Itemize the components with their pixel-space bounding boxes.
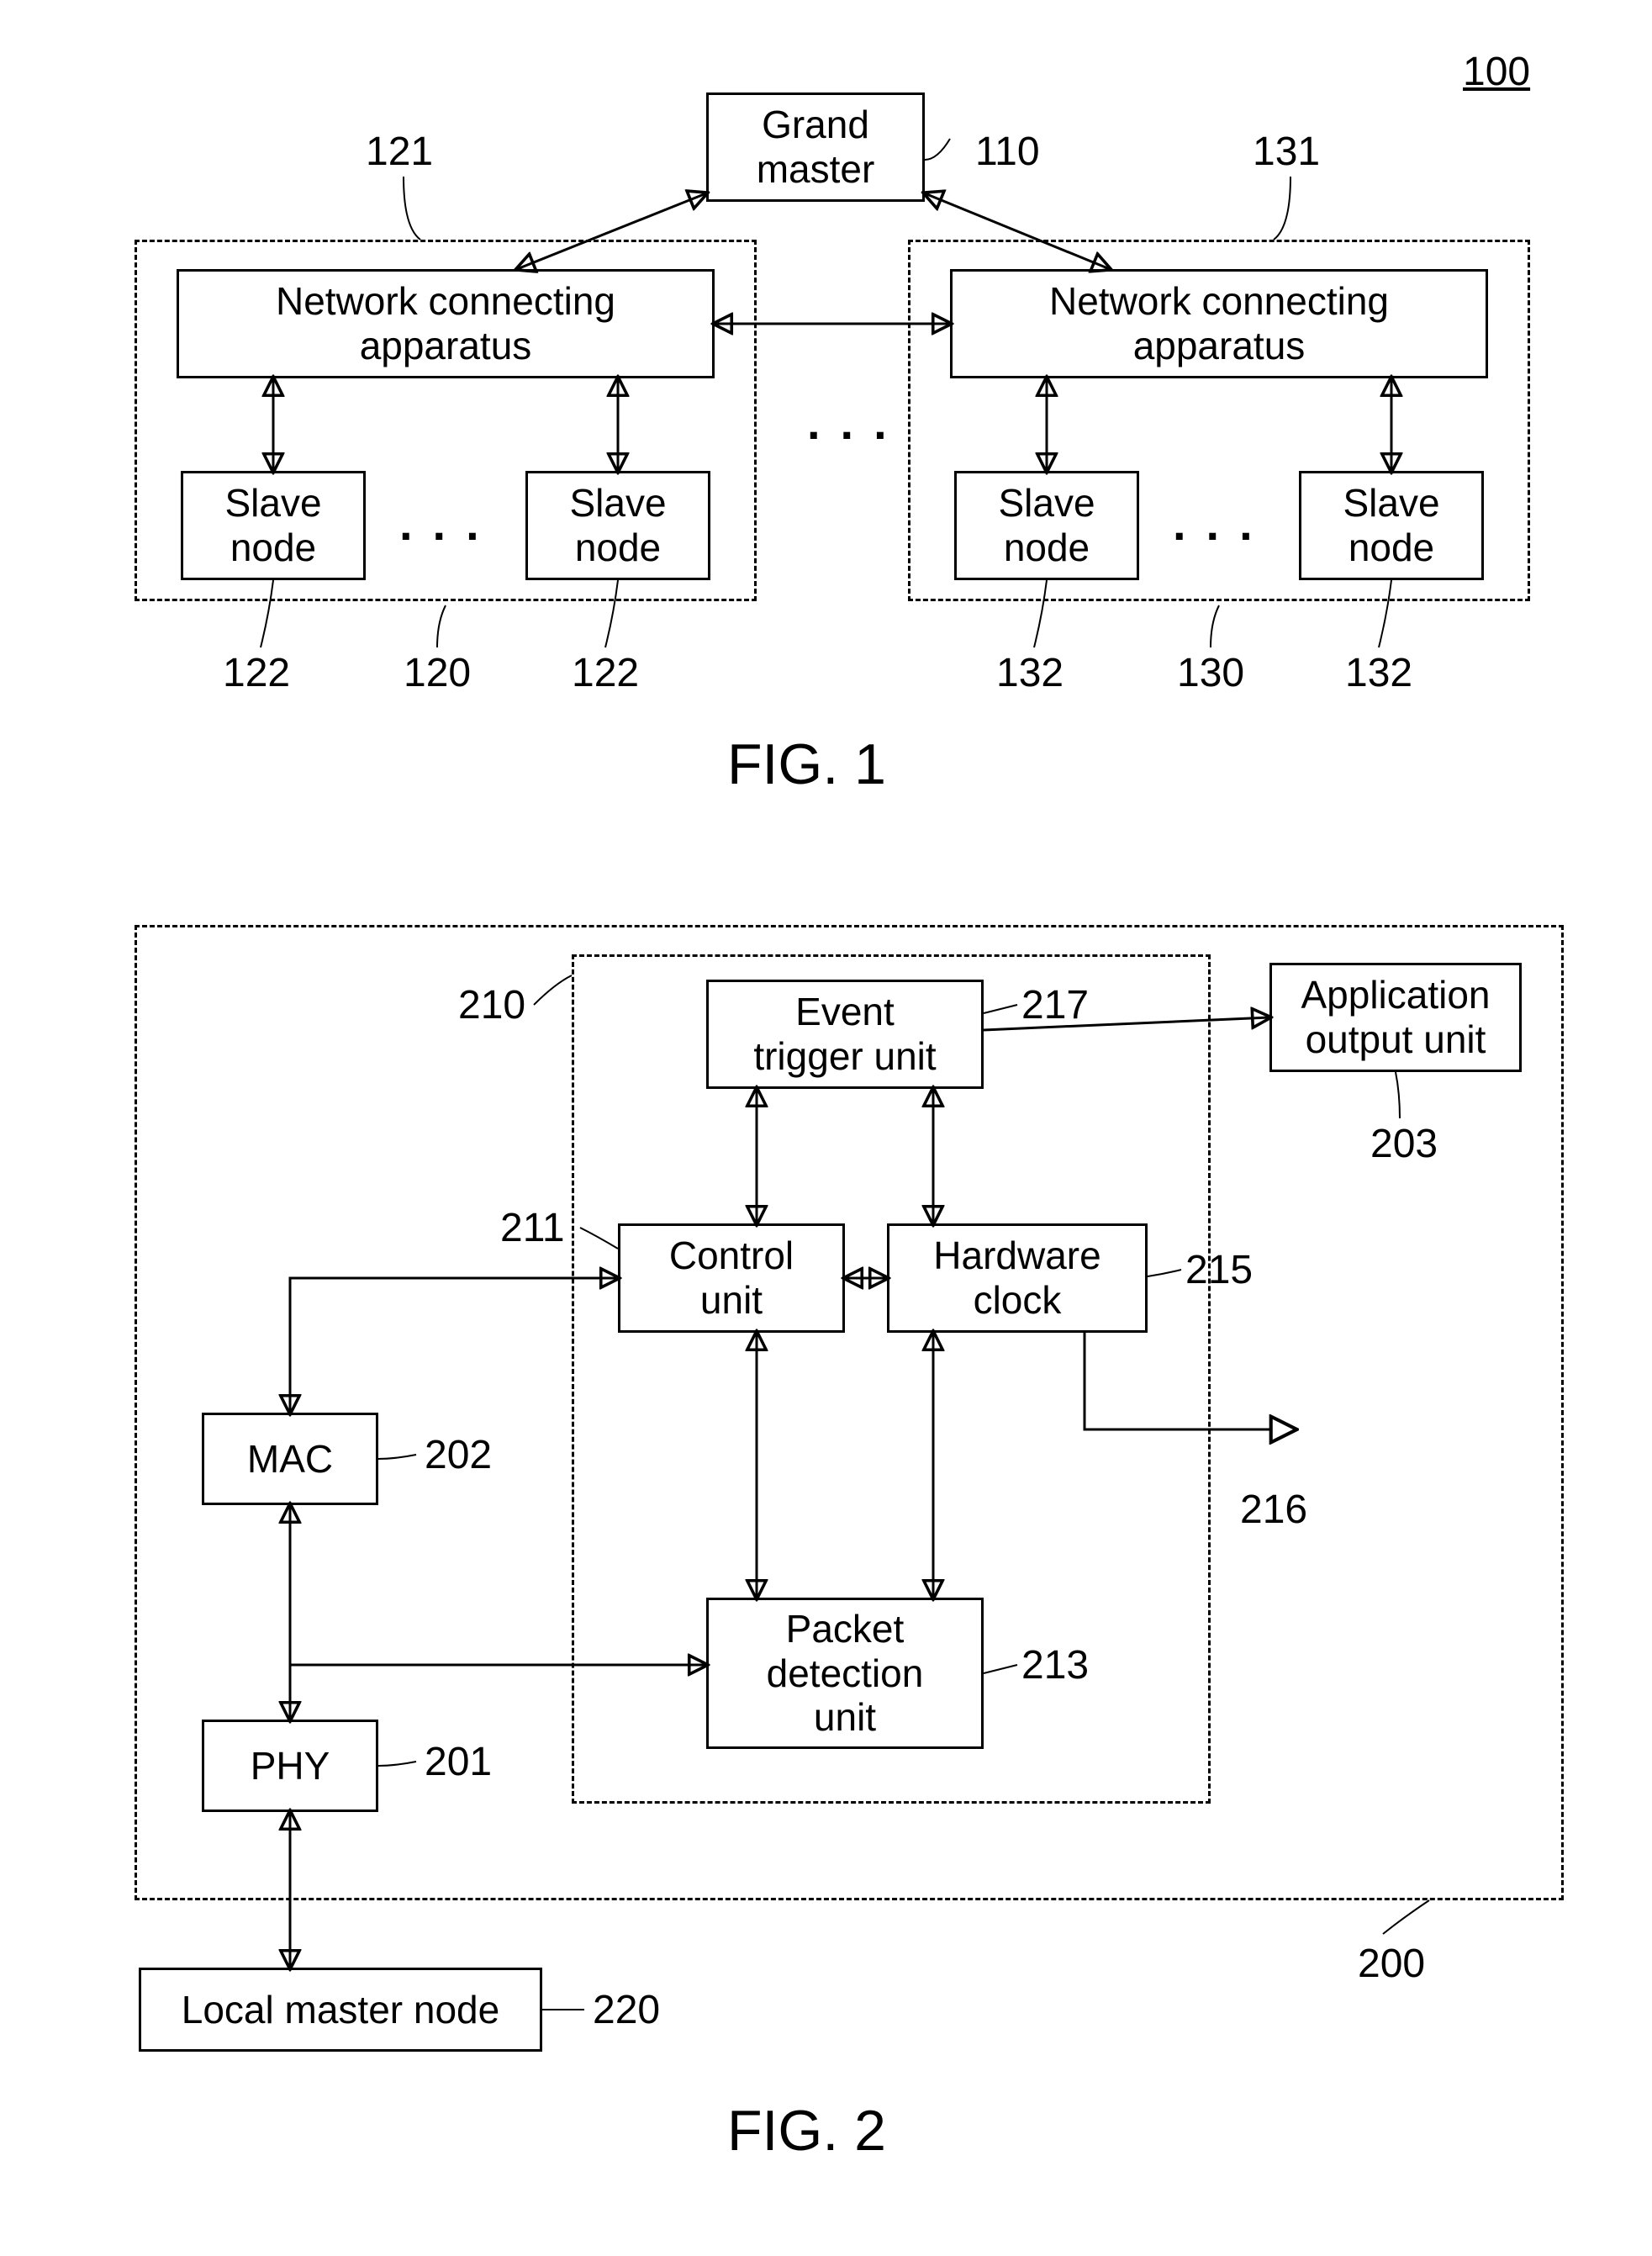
ellipsis-1: ...	[399, 496, 499, 551]
fig2-title: FIG. 2	[727, 2098, 886, 2164]
ref-120: 120	[404, 652, 471, 696]
ref-121: 121	[366, 130, 433, 175]
ref-210: 210	[458, 984, 525, 1028]
ref-213: 213	[1021, 1644, 1089, 1688]
ref-122a: 122	[223, 652, 290, 696]
ref-system-100: 100	[1463, 50, 1530, 95]
packet-box: Packet detection unit	[706, 1598, 984, 1749]
ref-130: 130	[1177, 652, 1244, 696]
slave-left-1: Slave node	[181, 471, 366, 580]
ref-203: 203	[1370, 1123, 1438, 1167]
fig1-title: FIG. 1	[727, 732, 886, 797]
ref-132b: 132	[1345, 652, 1412, 696]
ref-201: 201	[425, 1741, 492, 1785]
slave-right-1: Slave node	[954, 471, 1139, 580]
ref-211: 211	[500, 1207, 565, 1251]
grand-master-box: Grand master	[706, 92, 925, 202]
slave-left-2: Slave node	[525, 471, 710, 580]
ref-122b: 122	[572, 652, 639, 696]
ref-131: 131	[1253, 130, 1320, 175]
ref-220: 220	[593, 1989, 660, 2033]
page: 100 Grand master 110 121 Network connect…	[34, 34, 1652, 2222]
ref-217: 217	[1021, 984, 1089, 1028]
control-box: Control unit	[618, 1223, 845, 1333]
nca-right: Network connecting apparatus	[950, 269, 1488, 378]
ref-110: 110	[975, 130, 1040, 175]
local-master-box: Local master node	[139, 1968, 542, 2052]
app-output-box: Application output unit	[1269, 963, 1522, 1072]
ref-215: 215	[1185, 1249, 1253, 1293]
ref-200: 200	[1358, 1942, 1425, 1987]
ellipsis-mid: ...	[807, 395, 907, 450]
hw-clock-box: Hardware clock	[887, 1223, 1148, 1333]
mac-box: MAC	[202, 1413, 378, 1505]
ref-132a: 132	[996, 652, 1064, 696]
nca-left: Network connecting apparatus	[177, 269, 715, 378]
ref-216: 216	[1240, 1488, 1307, 1533]
event-trigger-box: Event trigger unit	[706, 980, 984, 1089]
ellipsis-2: ...	[1173, 496, 1273, 551]
ref-202: 202	[425, 1434, 492, 1478]
phy-box: PHY	[202, 1720, 378, 1812]
slave-right-2: Slave node	[1299, 471, 1484, 580]
